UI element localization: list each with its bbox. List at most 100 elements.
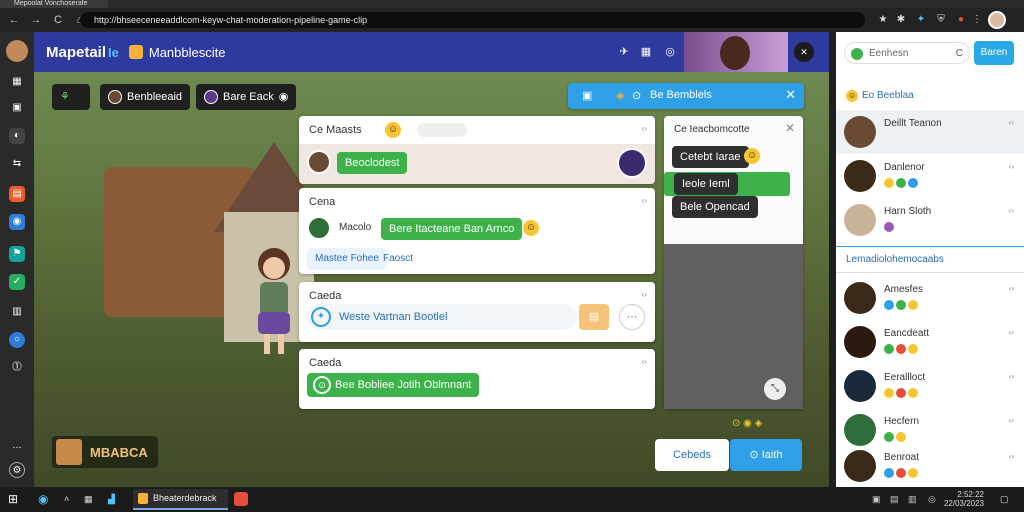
action-button[interactable]: ⊙ Bee Bobliee Jotih Oblmnant xyxy=(307,373,480,397)
guest-avatar xyxy=(617,148,647,178)
notification-icon[interactable]: ▢ xyxy=(1000,491,1009,508)
record-icon: ◉ xyxy=(278,91,289,103)
contact-row[interactable]: Danlenor ‹› xyxy=(836,154,1024,198)
header-close-button[interactable]: ✕ xyxy=(794,42,814,62)
network-icon[interactable]: ▣ xyxy=(872,491,881,508)
pin-icon[interactable]: ✈ xyxy=(616,44,632,60)
at-icon[interactable]: ◎ xyxy=(662,44,678,60)
record-icon[interactable]: ● xyxy=(954,13,968,27)
side-item[interactable]: Bele Opencad xyxy=(672,196,758,218)
globe-icon[interactable]: ◉ xyxy=(9,214,25,230)
right-panel-button[interactable]: Baren xyxy=(974,41,1014,65)
doc-icon[interactable]: ▥ xyxy=(9,304,25,320)
stream-thumbnail[interactable] xyxy=(684,32,788,72)
forward-icon[interactable]: → xyxy=(28,12,44,28)
divider xyxy=(836,272,1024,273)
contact-row[interactable]: Harn Sloth ‹› xyxy=(836,198,1024,242)
battery-icon[interactable]: ▥ xyxy=(908,491,917,508)
flag-icon[interactable]: ⚑ xyxy=(9,246,25,262)
folder-icon[interactable]: ▦ xyxy=(84,491,93,508)
grid-icon[interactable]: ▦ xyxy=(638,44,654,60)
chat-bubble[interactable]: Bere Itacteane Ban Arnco xyxy=(381,218,523,240)
contact-row[interactable]: Amesfes ‹› xyxy=(836,276,1024,320)
profile-avatar[interactable] xyxy=(988,11,1006,29)
side-panel-title: Ce Ieacbomcotte xyxy=(674,124,750,135)
notice-bar: ▣ ◈ ⊙ Be Bemblels ✕ xyxy=(568,83,804,109)
notify-icon[interactable]: ⓵ xyxy=(9,360,25,376)
crate-icon xyxy=(56,439,82,465)
app-main: Mapetail Ie Manbblescite ✈ ▦ ◎ ✕ ⚘ Benbl… xyxy=(34,32,829,487)
chat-sub-action[interactable]: Mastee Fohee xyxy=(307,248,387,270)
store-icon[interactable]: ▟ xyxy=(108,491,115,508)
resize-icon[interactable]: ⤡ xyxy=(764,378,786,400)
user-avatar[interactable] xyxy=(6,40,28,62)
folder-icon[interactable]: ▤ xyxy=(9,186,25,202)
side-close-icon[interactable]: ✕ xyxy=(785,121,795,135)
right-panel: Eenhesn C Baren ☺ Eo Beeblaa Deillt Tean… xyxy=(836,32,1024,487)
panel-title: Ce Maasts xyxy=(309,124,362,136)
chat-sub-link[interactable]: Faosct xyxy=(383,253,413,264)
toggle-switch[interactable] xyxy=(417,123,467,137)
clock[interactable]: 2:52:22 22/03/2023 xyxy=(944,490,984,508)
user-chip-1[interactable]: Benbleeaid xyxy=(100,84,191,110)
chevron-up-icon[interactable]: ˄ xyxy=(64,491,69,508)
compass-icon: ✦ xyxy=(311,307,331,327)
check-icon[interactable]: ✓ xyxy=(9,274,25,290)
side-item-highlight[interactable]: Ieole Ieml xyxy=(664,172,790,196)
extension-icon[interactable]: ✱ xyxy=(894,13,908,27)
panel-chat: Cena ‹› Macolo Bere Itacteane Ban Arnco … xyxy=(299,188,655,274)
notice-close-button[interactable]: ✕ xyxy=(785,87,796,103)
attach-button[interactable]: ▤ xyxy=(579,304,609,330)
contact-row[interactable]: Eerallloct ‹› xyxy=(836,364,1024,408)
edge-icon[interactable]: ◉ xyxy=(38,491,48,508)
status-icons xyxy=(884,222,894,232)
red-app-icon[interactable] xyxy=(234,492,248,506)
wifi-icon[interactable]: ◎ xyxy=(928,491,936,508)
address-bar[interactable]: http://bhseeceneeaddlcom-keyw-chat-moder… xyxy=(80,12,865,28)
more-button[interactable]: ⋯ xyxy=(619,304,645,330)
emoji-icon[interactable]: ☺ xyxy=(523,220,539,236)
message-avatar xyxy=(307,150,331,174)
primary-button[interactable]: ⊙ Iaith xyxy=(730,439,802,471)
settings-icon[interactable]: ⚙ xyxy=(9,462,25,478)
star-icon[interactable]: ★ xyxy=(876,13,890,27)
panel-title: Cena xyxy=(309,196,336,208)
reload-icon[interactable]: C xyxy=(50,12,66,28)
panel-title: Caeda xyxy=(309,290,342,302)
windows-start-icon[interactable]: ⊞ xyxy=(8,491,18,508)
taskbar-app-button[interactable]: Bheaterdebrack xyxy=(133,489,228,510)
back-icon[interactable]: ← xyxy=(6,12,22,28)
contact-row[interactable]: Eancdeatt ‹› xyxy=(836,320,1024,364)
menu-icon[interactable]: ⋮ xyxy=(970,13,984,27)
browser-tab[interactable]: Mepoolat Vonchoserafe xyxy=(0,0,108,8)
side-panel: Ce Ieacbomcotte ✕ Cetebt Iarae ☺ Ieole I… xyxy=(664,116,803,409)
contact-avatar xyxy=(844,116,876,148)
app-brand: Mapetail xyxy=(46,43,107,61)
puzzle-icon[interactable]: ✦ xyxy=(914,13,928,27)
leaf-chip[interactable]: ⚘ xyxy=(52,84,90,110)
circle-icon[interactable]: ○ xyxy=(9,332,25,348)
refresh-icon[interactable]: C xyxy=(956,43,963,65)
grid-icon[interactable]: ▦ xyxy=(9,74,25,90)
secondary-button[interactable]: Cebeds xyxy=(655,439,729,471)
status-icons xyxy=(884,432,906,442)
sound-icon[interactable]: ▤ xyxy=(890,491,899,508)
panel-action: Caeda ‹› ⊙ Bee Bobliee Jotih Oblmnant xyxy=(299,349,655,409)
box-icon[interactable]: ▣ xyxy=(9,100,25,116)
chat-icon[interactable]: ◐ xyxy=(9,128,25,144)
status-icons xyxy=(884,178,918,188)
more-icon[interactable]: … xyxy=(9,438,25,454)
section-header: Lemadiolohemocaabs xyxy=(846,254,944,265)
message-input[interactable]: ✦ Weste Vartnan Bootlel xyxy=(307,304,577,330)
emoji-icon: ☺ xyxy=(744,148,760,164)
contact-search-input[interactable]: Eenhesn C xyxy=(844,42,970,64)
message-pill[interactable]: Beoclodest xyxy=(337,152,408,174)
app-header: Mapetail Ie Manbblescite ✈ ▦ ◎ ✕ xyxy=(34,32,829,72)
contact-row[interactable]: Benroat ‹› xyxy=(836,444,1024,488)
user-chip-2[interactable]: Bare Eack ◉ xyxy=(196,84,297,110)
check-icon: ⊙ xyxy=(313,376,331,394)
contact-row[interactable]: Deillt Teanon ‹› xyxy=(836,110,1024,154)
swap-icon[interactable]: ⇆ xyxy=(9,156,25,172)
shield-icon[interactable]: ⛨ xyxy=(934,13,948,27)
side-item[interactable]: Cetebt Iarae xyxy=(672,146,749,168)
